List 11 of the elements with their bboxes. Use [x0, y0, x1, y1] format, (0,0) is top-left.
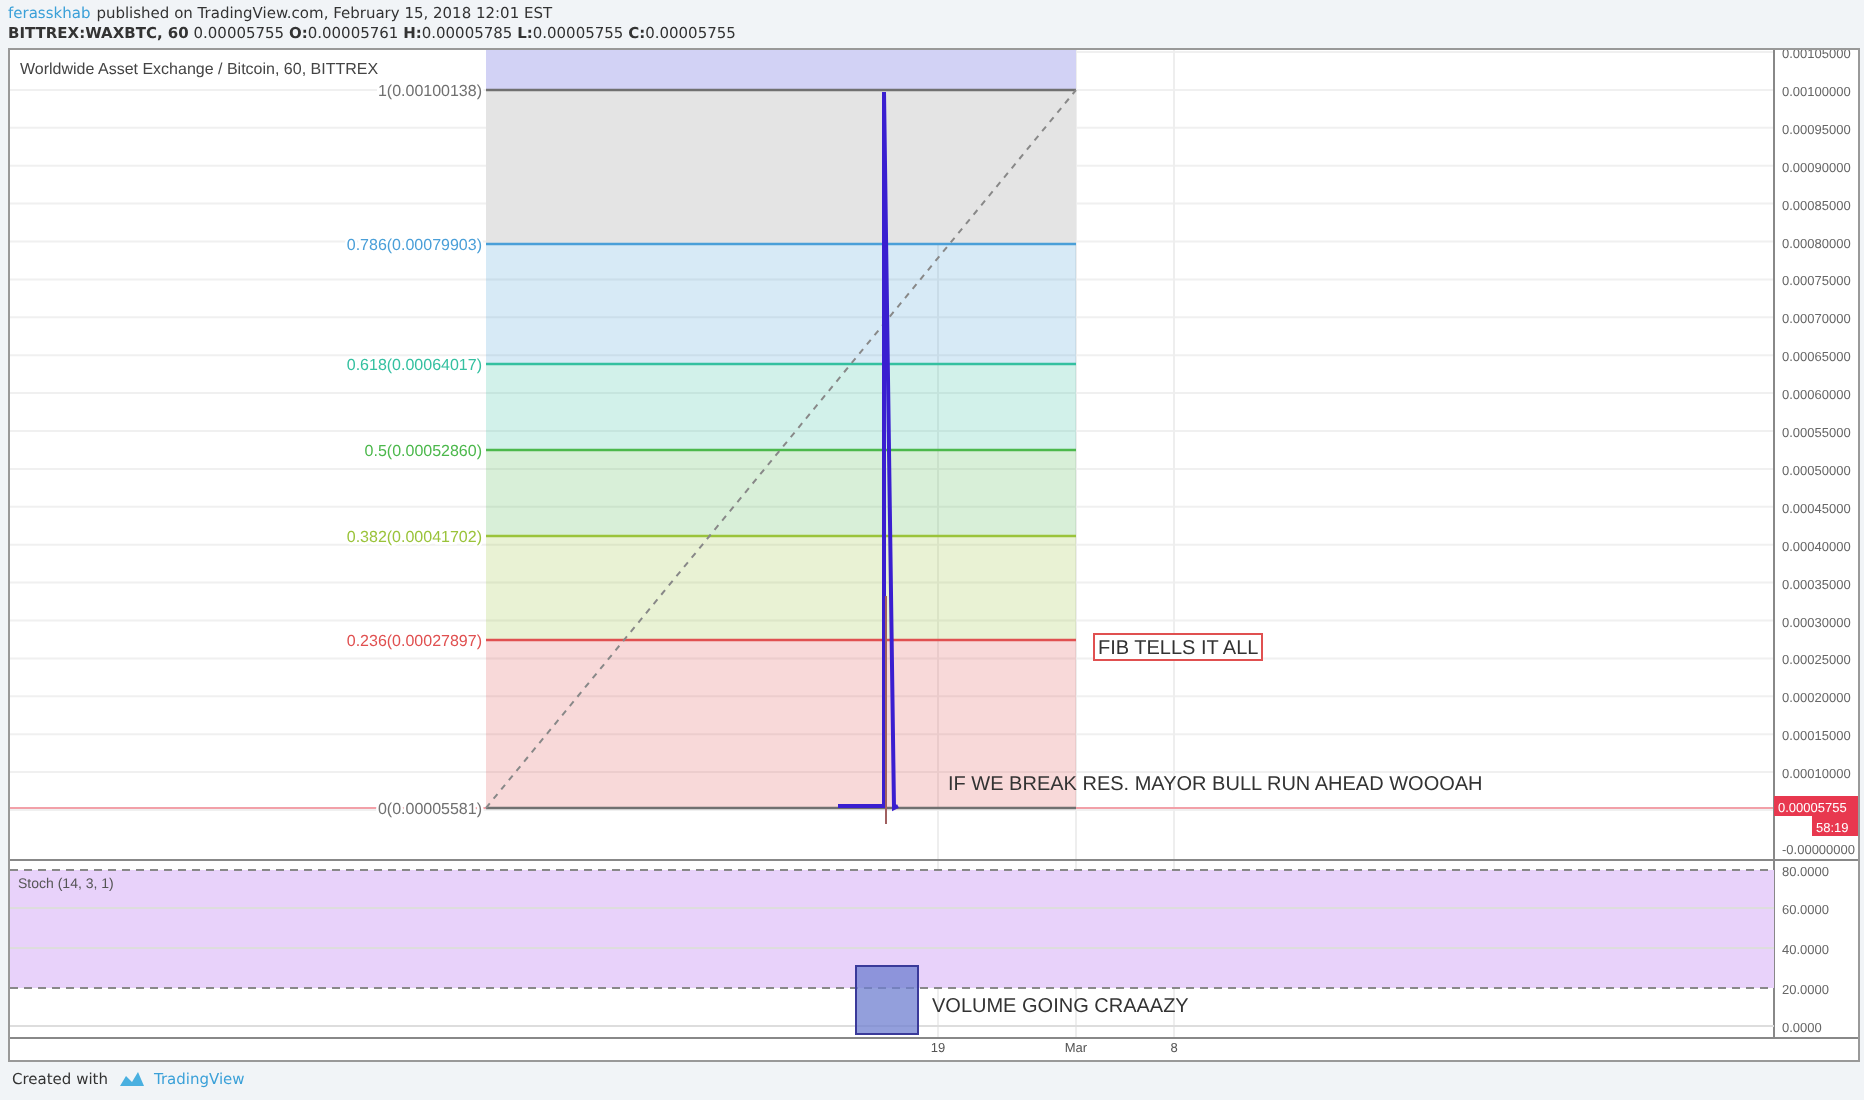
- fib-level-label: 0.382(0.00041702): [346, 528, 482, 546]
- fib-level-label: 0.618(0.00064017): [346, 356, 482, 374]
- volume-note: VOLUME GOING CRAAAZY: [932, 996, 1189, 1018]
- volume-box: [855, 965, 919, 1035]
- fib-level-label: 0.236(0.00027897): [346, 632, 482, 650]
- boxed-note: FIB TELLS IT ALL: [1093, 633, 1263, 661]
- chart-title: Worldwide Asset Exchange / Bitcoin, 60, BITTREX: [20, 60, 379, 78]
- fib-level-label: 0.5(0.00052860): [364, 442, 482, 460]
- fib-level-label: 1(0.00100138): [377, 82, 482, 100]
- chart-note: IF WE BREAK RES. MAYOR BULL RUN AHEAD WOOOAH: [948, 774, 1483, 796]
- fib-level-label: 0.786(0.00079903): [346, 236, 482, 254]
